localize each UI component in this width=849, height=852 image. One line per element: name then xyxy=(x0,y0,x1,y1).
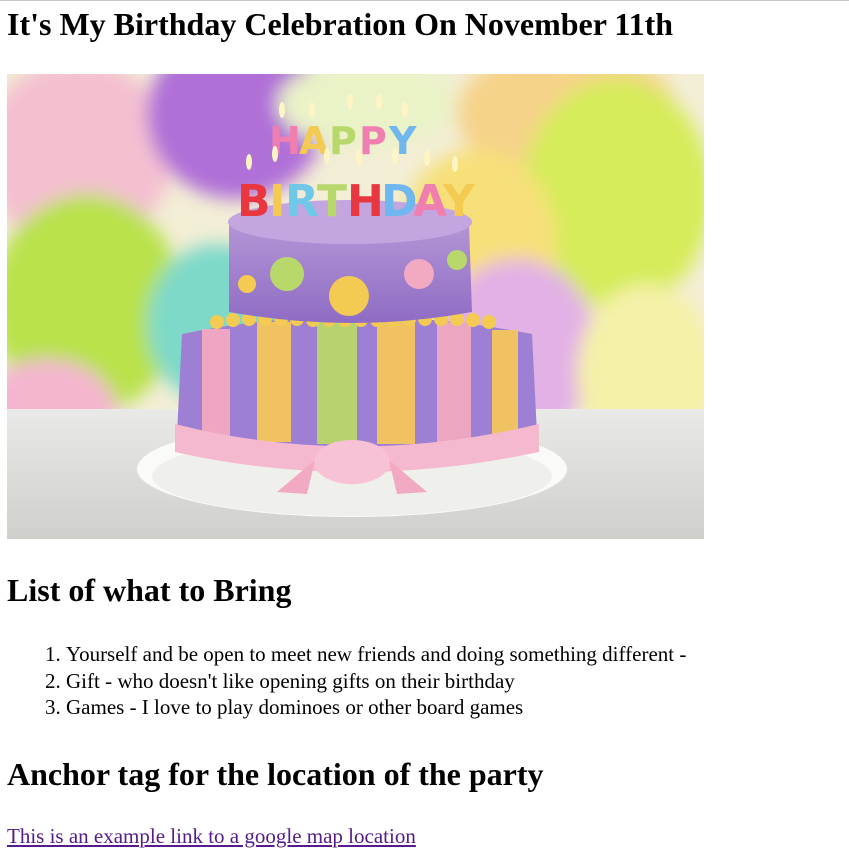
svg-text:H: H xyxy=(347,176,384,227)
svg-text:P: P xyxy=(329,119,357,163)
page-title: It's My Birthday Celebration On November… xyxy=(7,6,674,42)
bring-list: Yourself and be open to meet new friends… xyxy=(7,641,686,721)
list-item: Gift - who doesn't like opening gifts on… xyxy=(66,668,686,695)
svg-text:B: B xyxy=(237,176,271,227)
top-divider xyxy=(0,0,849,1)
svg-text:I: I xyxy=(269,176,285,227)
svg-text:T: T xyxy=(317,176,347,227)
svg-text:A: A xyxy=(413,176,447,227)
svg-text:Y: Y xyxy=(442,176,476,227)
location-heading: Anchor tag for the location of the party xyxy=(7,756,544,792)
birthday-cake-image: H A P P Y B I R T H D A Y xyxy=(7,74,704,539)
google-map-link[interactable]: This is an example link to a google map … xyxy=(7,823,416,849)
bring-list-heading: List of what to Bring xyxy=(7,572,292,608)
svg-text:R: R xyxy=(285,176,319,227)
list-item: Yourself and be open to meet new friends… xyxy=(66,641,686,668)
list-item: Games - I love to play dominoes or other… xyxy=(66,694,686,721)
svg-text:P: P xyxy=(359,119,387,163)
